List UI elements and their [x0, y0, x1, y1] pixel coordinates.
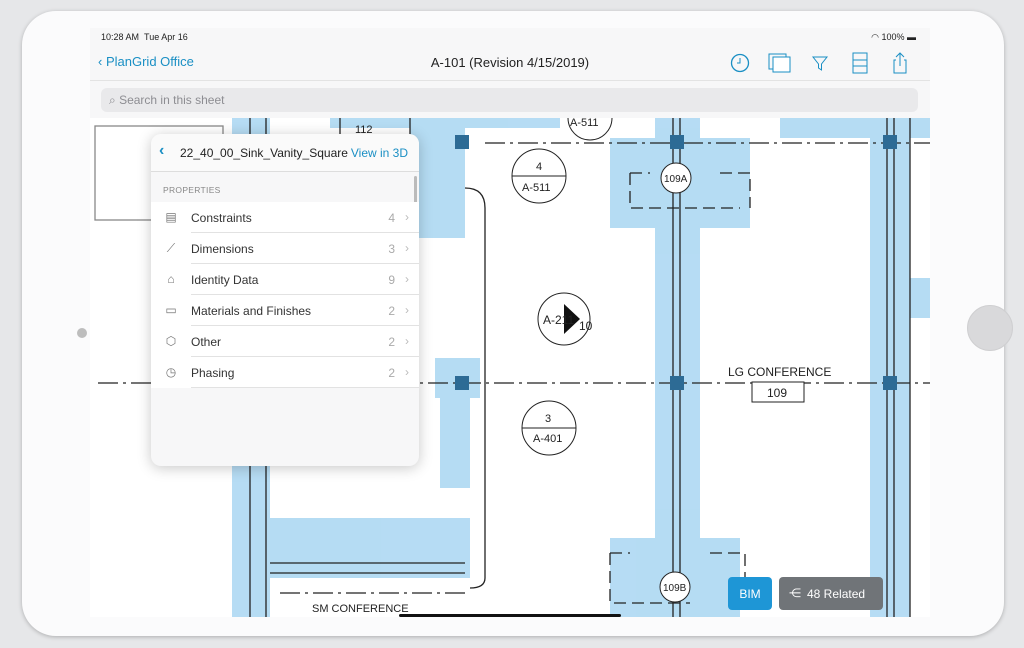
tag-a511-top: A-511: [570, 118, 599, 129]
chevron-right-icon: ›: [405, 272, 409, 286]
battery-icon: ▬: [907, 32, 916, 42]
share-icon[interactable]: [888, 51, 912, 75]
property-row-other[interactable]: ⬡ Other 2 ›: [151, 326, 419, 357]
room-lg-conference: LG CONFERENCE: [728, 365, 831, 379]
room-sm-conference: SM CONFERENCE: [312, 603, 409, 615]
tag-a211-number: 10: [579, 319, 593, 333]
chevron-right-icon: ›: [405, 334, 409, 348]
wifi-icon: ◠: [871, 32, 879, 42]
building-icon: ⌂: [167, 272, 175, 286]
home-button[interactable]: [967, 305, 1013, 351]
property-row-dimensions[interactable]: ⟋ Dimensions 3 ›: [151, 233, 419, 264]
camera: [77, 328, 87, 338]
status-time: 10:28 AM: [101, 32, 140, 42]
bim-button[interactable]: BIM: [728, 577, 772, 610]
search-input[interactable]: ⌕ Search in this sheet: [101, 88, 918, 112]
cabinet-icon[interactable]: [848, 51, 872, 75]
tag-3-number: 3: [545, 413, 551, 425]
home-indicator: [399, 614, 621, 617]
ruler-icon: ⟋: [166, 241, 176, 255]
chevron-right-icon: ›: [405, 210, 409, 224]
element-name: 22_40_00_Sink_Vanity_Square: [180, 146, 348, 160]
chevron-right-icon: ›: [405, 241, 409, 255]
filter-icon[interactable]: [808, 51, 832, 75]
property-row-identity-data[interactable]: ⌂ Identity Data 9 ›: [151, 264, 419, 295]
status-date: Tue Apr 16: [144, 32, 188, 42]
property-row-materials[interactable]: ▭ Materials and Finishes 2 ›: [151, 295, 419, 326]
history-icon[interactable]: [728, 51, 752, 75]
property-row-phasing[interactable]: ◷ Phasing 2 ›: [151, 357, 419, 388]
hierarchy-icon: ⋲: [789, 586, 801, 600]
tag-a211: A-211: [543, 313, 574, 327]
tag-4-sheet: A-511: [522, 182, 551, 194]
chevron-right-icon: ›: [405, 303, 409, 317]
nav-bar: ‹ PlanGrid Office A-101 (Revision 4/15/2…: [90, 45, 930, 81]
door-109a: 109A: [664, 174, 688, 185]
clock-history-icon: ◷: [165, 365, 177, 379]
popover-back-button[interactable]: ‹: [159, 142, 164, 160]
document-icon: ▤: [165, 210, 177, 224]
search-icon: ⌕: [109, 93, 116, 107]
layers-icon[interactable]: [768, 51, 792, 75]
section-header: PROPERTIES: [163, 185, 221, 195]
status-bar: 10:28 AM Tue Apr 16 ◠ 100% ▬: [90, 28, 930, 45]
property-row-constraints[interactable]: ▤ Constraints 4 ›: [151, 202, 419, 233]
related-button[interactable]: ⋲ 48 Related: [779, 577, 883, 610]
room-109: 109: [767, 386, 787, 400]
door-109b: 109B: [663, 583, 687, 594]
properties-popover: ‹ 22_40_00_Sink_Vanity_Square View in 3D…: [151, 134, 419, 466]
material-icon: ▭: [165, 303, 177, 317]
tag-4-number: 4: [536, 161, 542, 173]
search-placeholder: Search in this sheet: [119, 93, 225, 107]
tag-3-sheet: A-401: [533, 433, 562, 445]
screen: 112 A-511 4 A-511 109A A-211 10 LG CONFE…: [90, 28, 930, 617]
battery-percent: 100%: [881, 32, 905, 42]
cube-icon: ⬡: [165, 334, 177, 348]
view-in-3d-link[interactable]: View in 3D: [351, 146, 408, 160]
chevron-right-icon: ›: [405, 365, 409, 379]
